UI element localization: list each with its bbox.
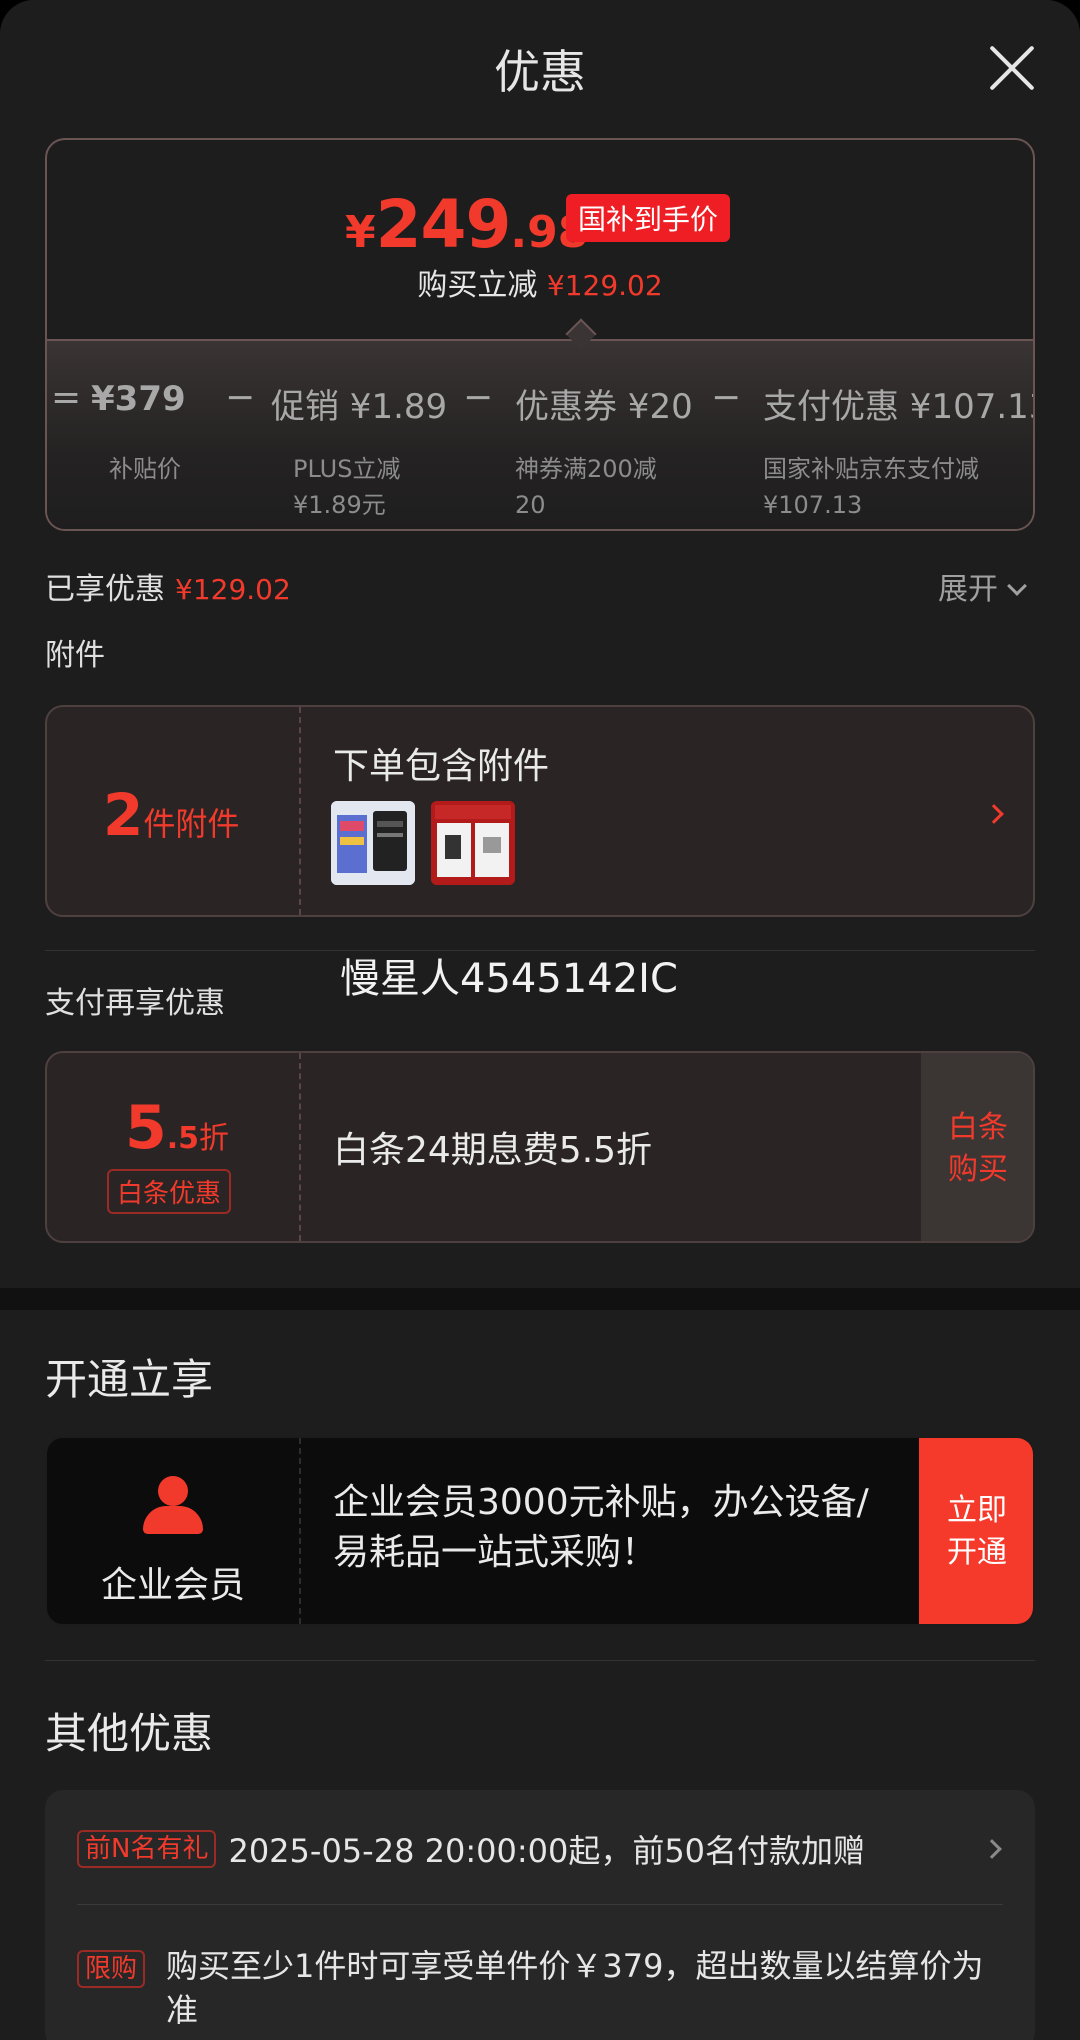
dashed-divider: [299, 1053, 301, 1241]
limit-text: 购买至少1件时可享受单件价￥379，超出数量以结算价为准: [166, 1947, 984, 2029]
baitiao-card: 5.5折 白条优惠 白条24期息费5.5折 白条购买: [45, 1051, 1035, 1243]
button-line: 立即: [947, 1493, 1007, 1528]
button-line: 开通: [947, 1535, 1007, 1570]
baitiao-buy-button[interactable]: 白条 购买: [921, 1053, 1033, 1241]
price-calculation-row: = ¥379 补贴价 − 促销 ¥1.89 PLUS立减 ¥1.89元 − 优惠券…: [47, 363, 1035, 519]
other-offers-card: 前N名有礼 2025-05-28 20:00:00起，前50名付款加赠 限购 购买…: [45, 1790, 1035, 2040]
coupon-value: 优惠券 ¥20: [515, 387, 693, 427]
payment-discount-value: 支付优惠 ¥107.13: [763, 387, 1035, 427]
payment-section-label: 支付再享优惠: [45, 986, 225, 1021]
subsidy-price-desc: 补贴价: [109, 451, 181, 487]
accessories-section-label: 附件: [45, 638, 105, 673]
discount-sheet: 优惠 ¥249.98 国补到手价 购买立减 ¥129.02 = ¥379 补贴价…: [0, 0, 1080, 2040]
instant-discount-label: 购买立减: [417, 268, 538, 303]
subsidy-price-value: ¥379: [91, 379, 186, 419]
other-section-title: 其他优惠: [45, 1709, 214, 1758]
card-reader-thumbnail[interactable]: [431, 801, 515, 885]
promo-value: 促销 ¥1.89: [271, 387, 448, 427]
operator-equals: =: [51, 377, 82, 418]
top-n-text: 2025-05-28 20:00:00起，前50名付款加赠: [228, 1832, 866, 1870]
dashed-divider: [299, 1438, 301, 1624]
price-breakdown-card: ¥249.98 国补到手价 购买立减 ¥129.02 = ¥379 补贴价 − …: [45, 138, 1035, 531]
accessory-count: 2件附件: [103, 781, 239, 849]
operator-minus: −: [711, 377, 742, 418]
person-icon: [139, 1476, 207, 1536]
watermark-text: 慢星人4545142IC: [340, 956, 678, 1002]
member-label: 企业会员: [100, 1565, 245, 1606]
sheet-title: 优惠: [494, 45, 586, 99]
discount-rate: 5.5折: [125, 1093, 229, 1163]
desc-line: 国家补贴京东支付减: [763, 455, 979, 483]
discount-int: 5: [125, 1093, 167, 1163]
divider: [45, 1660, 1035, 1661]
member-description: 企业会员3000元补贴，办公设备/易耗品一站式采购！: [333, 1482, 869, 1573]
purchase-limit-row: 限购: [77, 1950, 146, 1988]
final-price: ¥249.98: [345, 186, 588, 263]
enjoyed-discount: 已享优惠 ¥129.02: [45, 564, 291, 608]
top-n-gift-row[interactable]: 前N名有礼 2025-05-28 20:00:00起，前50名付款加赠: [77, 1826, 865, 1872]
dashed-divider: [299, 707, 301, 915]
price-integer: 249: [375, 186, 512, 263]
desc-line: ¥1.89元: [293, 491, 386, 519]
enjoyed-amount: ¥129.02: [175, 573, 291, 606]
subsidy-price-amount: ¥379: [91, 379, 186, 419]
membership-section-title: 开通立享: [45, 1355, 214, 1404]
subsidy-price-badge: 国补到手价: [566, 194, 731, 242]
chevron-right-icon: [984, 804, 1004, 824]
accessory-count-number: 2: [103, 781, 144, 849]
operator-minus: −: [463, 377, 494, 418]
operator-minus: −: [225, 377, 256, 418]
limit-tag: 限购: [77, 1950, 146, 1988]
desc-line: 20: [515, 491, 546, 519]
desc-line: PLUS立减: [293, 455, 401, 483]
coupon-desc: 神券满200减 20: [515, 451, 657, 523]
baitiao-description: 白条24期息费5.5折: [333, 1130, 653, 1171]
section-separator: [0, 1288, 1080, 1310]
desc-line: 神券满200减: [515, 455, 657, 483]
expand-label: 展开: [938, 572, 998, 607]
enterprise-member-card: 企业会员 企业会员3000元补贴，办公设备/易耗品一站式采购！ 立即开通: [45, 1436, 1035, 1626]
accessory-count-unit: 件附件: [143, 805, 240, 843]
divider: [77, 1904, 1003, 1905]
currency-symbol: ¥: [345, 207, 376, 258]
enjoyed-label: 已享优惠: [45, 572, 165, 607]
payment-discount-desc: 国家补贴京东支付减 ¥107.13: [763, 451, 979, 523]
instant-discount: 购买立减 ¥129.02: [47, 260, 1033, 304]
open-membership-button[interactable]: 立即 开通: [919, 1438, 1033, 1624]
discount-dec: .5: [166, 1121, 200, 1156]
button-line: 购买: [948, 1152, 1008, 1187]
promo-desc: PLUS立减 ¥1.89元: [293, 451, 400, 523]
accessories-title: 下单包含附件: [333, 746, 550, 787]
top-n-tag: 前N名有礼: [77, 1830, 217, 1868]
chevron-right-icon: [982, 1839, 1002, 1859]
sheet-top: 优惠 ¥249.98 国补到手价 购买立减 ¥129.02 = ¥379 补贴价…: [0, 0, 1080, 1288]
memory-card-thumbnail[interactable]: [331, 801, 415, 885]
discount-unit: 折: [199, 1121, 230, 1156]
divider: [47, 339, 1033, 341]
desc-line: 补贴价: [109, 455, 181, 483]
expand-button[interactable]: 展开: [938, 564, 1027, 608]
accessories-card[interactable]: 2件附件 下单包含附件: [45, 705, 1035, 917]
desc-line: ¥107.13: [763, 491, 863, 519]
chevron-down-icon: [1007, 576, 1027, 596]
button-line: 白条: [948, 1110, 1008, 1145]
close-icon[interactable]: [988, 44, 1036, 92]
instant-discount-amount: ¥129.02: [546, 269, 663, 302]
baitiao-tag: 白条优惠: [107, 1169, 232, 1214]
